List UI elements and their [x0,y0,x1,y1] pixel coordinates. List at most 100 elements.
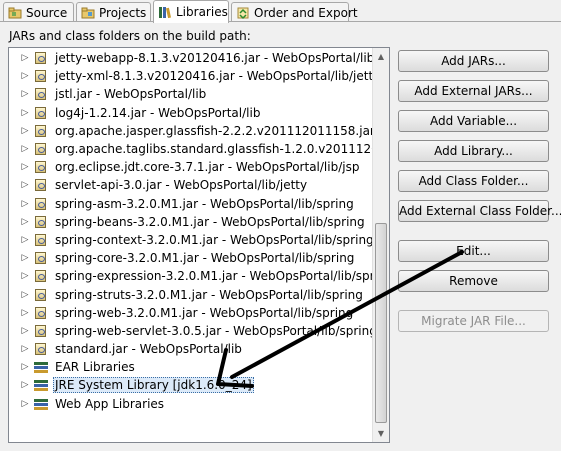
tree-item[interactable]: ▷ spring-expression-3.2.0.M1.jar - WebOps… [9,267,372,285]
tree-item-label: standard.jar - WebOpsPortal/lib [55,342,242,357]
projects-icon [81,6,95,20]
expand-arrow-icon[interactable]: ▷ [17,144,33,154]
jar-icon [33,87,49,101]
tree-item-label: log4j-1.2.14.jar - WebOpsPortal/lib [55,105,261,120]
tab-source[interactable]: Source [3,2,74,22]
expand-arrow-icon[interactable]: ▷ [17,326,33,336]
tree-item[interactable]: ▷ spring-core-3.2.0.M1.jar - WebOpsPortal… [9,249,372,267]
add-library-button[interactable]: Add Library... [398,140,549,162]
tree-item-label: JRE System Library [jdk1.6.0_24] [53,377,254,394]
tab-label: Source [26,5,68,20]
tree-item[interactable]: ▷ spring-context-3.2.0.M1.jar - WebOpsPor… [9,231,372,249]
jar-icon [33,288,49,302]
expand-arrow-icon[interactable]: ▷ [17,235,33,245]
tab-order-export[interactable]: Order and Export [231,2,358,22]
jar-icon [33,160,49,174]
tree-item[interactable]: ▷ jstl.jar - WebOpsPortal/lib [9,85,372,103]
expand-arrow-icon[interactable]: ▷ [17,162,33,172]
jar-icon [33,124,49,138]
jar-icon [33,51,49,65]
tree-item-label: jstl.jar - WebOpsPortal/lib [55,87,207,102]
tree-item-label: spring-web-servlet-3.0.5.jar - WebOpsPor… [55,323,372,338]
tree-item[interactable]: ▷ log4j-1.2.14.jar - WebOpsPortal/lib [9,104,372,122]
tree-item[interactable]: ▷ Web App Libraries [9,395,372,413]
expand-arrow-icon[interactable]: ▷ [17,126,33,136]
tree-item[interactable]: ▷ spring-struts-3.2.0.M1.jar - WebOpsPort… [9,285,372,303]
vertical-scrollbar[interactable]: ▲ ▼ [372,48,389,442]
expand-arrow-icon[interactable]: ▷ [17,308,33,318]
jar-icon [33,142,49,156]
tree-item[interactable]: ▷ servlet-api-3.0.jar - WebOpsPortal/lib/… [9,176,372,194]
tab-libraries[interactable]: Libraries [153,0,229,23]
add-external-class-folder-button[interactable]: Add External Class Folder... [398,200,561,222]
scroll-up-icon[interactable]: ▲ [373,48,389,65]
library-container-icon [33,397,49,411]
tree-item-label: org.eclipse.jdt.core-3.7.1.jar - WebOpsP… [55,160,360,175]
jar-icon [33,306,49,320]
add-variable-button[interactable]: Add Variable... [398,110,549,132]
jar-icon [33,106,49,120]
tree-item[interactable]: ▷ spring-beans-3.2.0.M1.jar - WebOpsPorta… [9,213,372,231]
tree-item-label: spring-web-3.2.0.M1.jar - WebOpsPortal/l… [55,305,354,320]
expand-arrow-icon[interactable]: ▷ [17,180,33,190]
tab-label: Order and Export [254,5,358,20]
jar-icon [33,215,49,229]
tree-item[interactable]: ▷ spring-asm-3.2.0.M1.jar - WebOpsPortal/… [9,195,372,213]
jar-icon [33,324,49,338]
jar-icon [33,251,49,265]
expand-arrow-icon[interactable]: ▷ [17,53,33,63]
build-path-tree[interactable]: ▷ jetty-webapp-8.1.3.v20120416.jar - WebO… [8,47,390,443]
expand-arrow-icon[interactable]: ▷ [17,108,33,118]
migrate-jar-button[interactable]: Migrate JAR File... [398,310,549,332]
tree-item-label: jetty-webapp-8.1.3.v20120416.jar - WebOp… [55,51,372,66]
tree-item-label: org.apache.taglibs.standard.glassfish-1.… [55,142,372,157]
library-container-icon [33,378,49,392]
tree-item[interactable]: ▷ EAR Libraries [9,358,372,376]
tree-item[interactable]: ▷ org.apache.jasper.glassfish-2.2.2.v2011… [9,122,372,140]
tree-item-label: spring-core-3.2.0.M1.jar - WebOpsPortal/… [55,251,355,266]
remove-button[interactable]: Remove [398,270,549,292]
tree-item-label: spring-struts-3.2.0.M1.jar - WebOpsPorta… [55,287,363,302]
expand-arrow-icon[interactable]: ▷ [17,71,33,81]
jar-icon [33,342,49,356]
scroll-down-icon[interactable]: ▼ [373,425,389,442]
expand-arrow-icon[interactable]: ▷ [17,217,33,227]
add-external-jars-button[interactable]: Add External JARs... [398,80,549,102]
libraries-panel: JARs and class folders on the build path… [0,22,561,451]
tree-item[interactable]: ▷ org.apache.taglibs.standard.glassfish-1… [9,140,372,158]
tree-item-label: Web App Libraries [55,396,165,411]
tab-baseline [0,21,561,22]
tree-item[interactable]: ▷ jetty-webapp-8.1.3.v20120416.jar - WebO… [9,49,372,67]
tree-item-label: spring-context-3.2.0.M1.jar - WebOpsPort… [55,232,372,247]
expand-arrow-icon[interactable]: ▷ [17,380,33,390]
add-class-folder-button[interactable]: Add Class Folder... [398,170,549,192]
tab-projects[interactable]: Projects [76,2,151,22]
tree-item-label: EAR Libraries [55,360,135,375]
expand-arrow-icon[interactable]: ▷ [17,199,33,209]
expand-arrow-icon[interactable]: ▷ [17,89,33,99]
add-jars-button[interactable]: Add JARs... [398,50,549,72]
tree-item[interactable]: ▷ spring-web-3.2.0.M1.jar - WebOpsPortal/… [9,304,372,322]
tree-item[interactable]: ▷ JRE System Library [jdk1.6.0_24] [9,376,372,394]
edit-button[interactable]: Edit... [398,240,549,262]
tree-item[interactable]: ▷ org.eclipse.jdt.core-3.7.1.jar - WebOps… [9,158,372,176]
tree-item-label: servlet-api-3.0.jar - WebOpsPortal/lib/j… [55,178,308,193]
jar-icon [33,233,49,247]
expand-arrow-icon[interactable]: ▷ [17,290,33,300]
scrollbar-thumb[interactable] [375,223,387,423]
expand-arrow-icon[interactable]: ▷ [17,253,33,263]
expand-arrow-icon[interactable]: ▷ [17,399,33,409]
tree-item-label: org.apache.jasper.glassfish-2.2.2.v20111… [55,123,372,138]
source-folder-icon [8,6,22,20]
tree-item[interactable]: ▷ spring-web-servlet-3.0.5.jar - WebOpsPo… [9,322,372,340]
tree-item-label: spring-beans-3.2.0.M1.jar - WebOpsPortal… [55,214,365,229]
tree-item[interactable]: ▷ standard.jar - WebOpsPortal/lib [9,340,372,358]
expand-arrow-icon[interactable]: ▷ [17,362,33,372]
order-export-icon [236,6,250,20]
tree-item[interactable]: ▷ jetty-xml-8.1.3.v20120416.jar - WebOpsP… [9,67,372,85]
expand-arrow-icon[interactable]: ▷ [17,271,33,281]
expand-arrow-icon[interactable]: ▷ [17,344,33,354]
tree-item-label: jetty-xml-8.1.3.v20120416.jar - WebOpsPo… [55,69,372,84]
tree-rows: ▷ jetty-webapp-8.1.3.v20120416.jar - WebO… [9,49,372,413]
tab-label: Projects [99,5,147,20]
